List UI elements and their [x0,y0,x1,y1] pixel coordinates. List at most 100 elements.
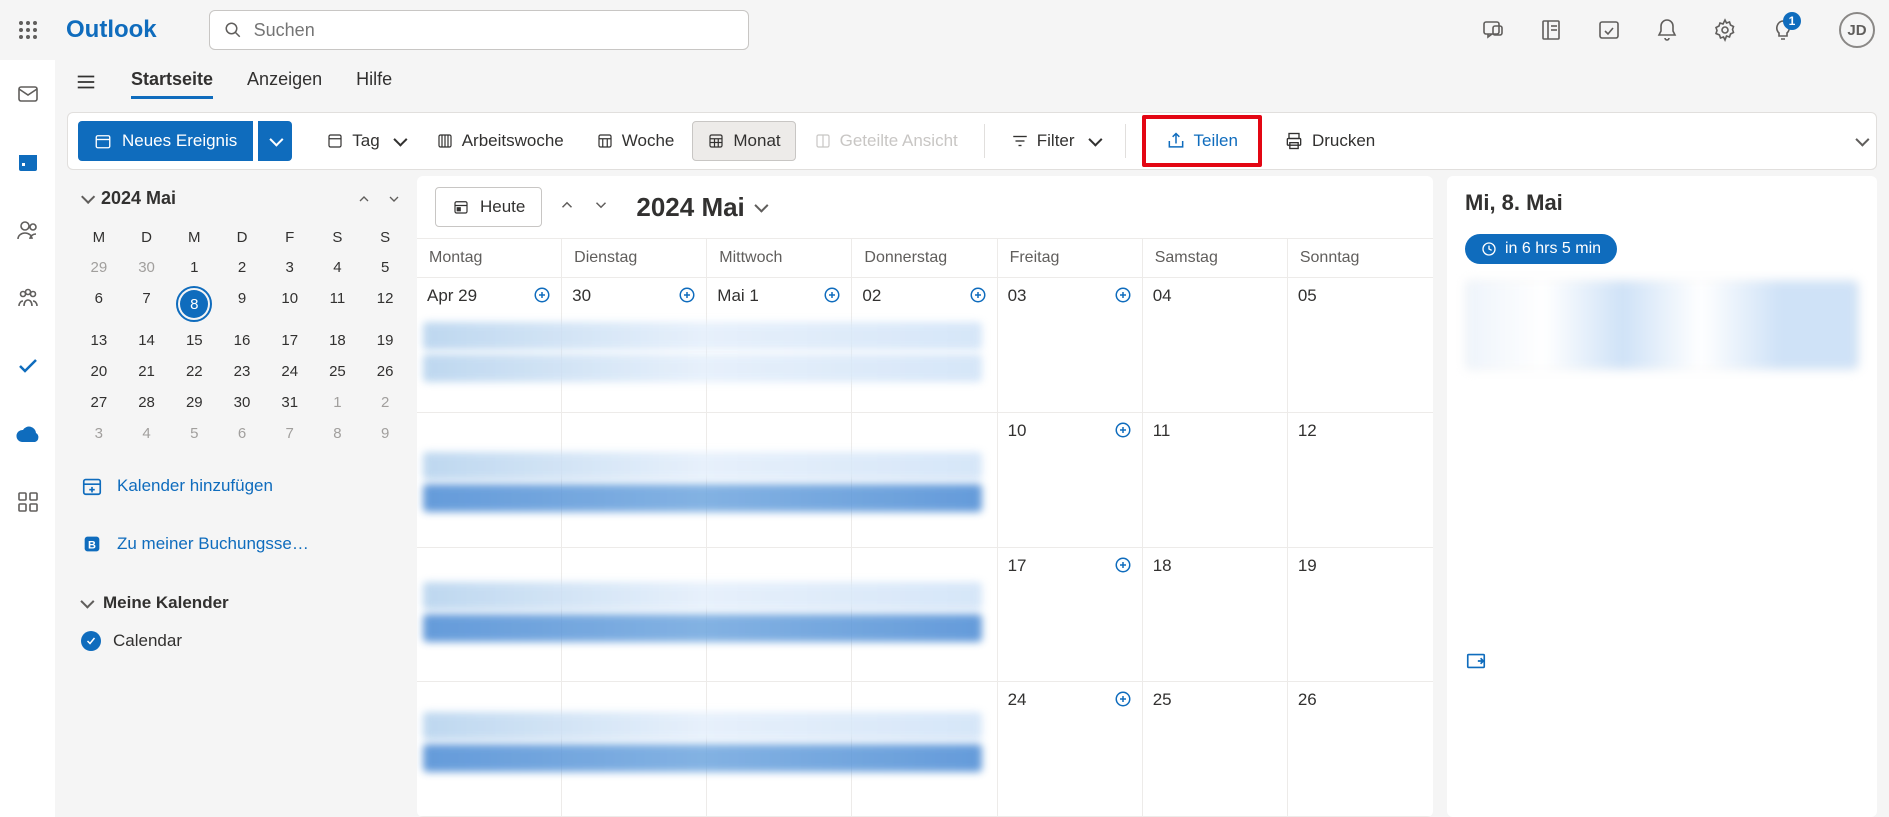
cal-prev-icon[interactable] [558,196,576,219]
mini-day[interactable]: 22 [170,356,218,387]
day-cell[interactable] [707,413,852,548]
mini-day[interactable]: 8 [170,283,218,325]
mini-day[interactable]: 2 [218,252,266,283]
mini-day[interactable]: 21 [123,356,171,387]
mini-day[interactable]: 28 [123,387,171,418]
view-workweek-button[interactable]: Arbeitswoche [422,121,578,161]
time-chip[interactable]: in 6 hrs 5 min [1465,234,1617,264]
hamburger-icon[interactable] [75,71,97,98]
add-event-icon[interactable] [678,286,696,309]
day-cell[interactable]: 03 [998,278,1143,413]
day-cell[interactable]: 24 [998,682,1143,817]
share-button[interactable]: Teilen [1152,121,1252,161]
note-icon[interactable] [1539,18,1563,42]
rail-todo-icon[interactable] [14,352,42,380]
rail-calendar-icon[interactable] [14,148,42,176]
day-cell[interactable]: 04 [1143,278,1288,413]
mini-day[interactable]: 6 [218,418,266,449]
add-event-icon[interactable] [533,286,551,309]
mini-day[interactable]: 15 [170,325,218,356]
mini-day[interactable]: 11 [314,283,362,325]
rail-mail-icon[interactable] [14,80,42,108]
day-cell[interactable]: 18 [1143,548,1288,683]
tips-icon[interactable]: 1 [1771,18,1795,42]
mini-day[interactable]: 3 [266,252,314,283]
mini-day[interactable]: 1 [314,387,362,418]
new-event-split[interactable] [258,121,292,161]
mini-day[interactable]: 16 [218,325,266,356]
mini-day[interactable]: 29 [170,387,218,418]
mini-next-icon[interactable] [385,190,403,208]
add-calendar-link[interactable]: Kalender hinzufügen [75,465,409,507]
mini-day[interactable]: 23 [218,356,266,387]
today-button[interactable]: Heute [435,187,542,227]
teams-chat-icon[interactable] [1481,18,1505,42]
tab-anzeigen[interactable]: Anzeigen [247,69,322,99]
mini-day[interactable]: 9 [361,418,409,449]
filter-button[interactable]: Filter [997,121,1113,161]
day-check-icon[interactable] [1597,18,1621,42]
mini-day[interactable]: 8 [314,418,362,449]
mini-day[interactable]: 14 [123,325,171,356]
rail-groups-icon[interactable] [14,284,42,312]
calendar-entry[interactable]: Calendar [75,623,409,659]
mini-day[interactable]: 3 [75,418,123,449]
mini-day[interactable]: 20 [75,356,123,387]
mini-day[interactable]: 25 [314,356,362,387]
booking-page-link[interactable]: B Zu meiner Buchungsse… [75,523,409,565]
day-cell[interactable]: 19 [1288,548,1433,683]
mini-day[interactable]: 18 [314,325,362,356]
day-cell[interactable]: 05 [1288,278,1433,413]
add-event-icon[interactable] [969,286,987,309]
search-box[interactable] [209,10,749,50]
new-event-button[interactable]: Neues Ereignis [78,121,253,161]
calendar-title[interactable]: 2024 Mai [636,192,764,223]
day-cell[interactable]: 26 [1288,682,1433,817]
mini-day[interactable]: 6 [75,283,123,325]
mini-day[interactable]: 4 [123,418,171,449]
mini-day[interactable]: 24 [266,356,314,387]
add-event-icon[interactable] [1114,556,1132,579]
chevron-down-icon[interactable] [81,189,95,203]
my-calendars-section[interactable]: Meine Kalender [75,583,409,623]
add-event-icon[interactable] [1114,421,1132,444]
settings-icon[interactable] [1713,18,1737,42]
mini-day[interactable]: 1 [170,252,218,283]
open-panel-icon[interactable] [1465,650,1859,677]
search-input[interactable] [254,20,734,41]
mini-prev-icon[interactable] [355,190,373,208]
toolbar-overflow-icon[interactable] [1855,133,1869,147]
mini-day[interactable]: 13 [75,325,123,356]
mini-day[interactable]: 2 [361,387,409,418]
day-cell[interactable] [562,413,707,548]
tab-hilfe[interactable]: Hilfe [356,69,392,99]
mini-day[interactable]: 12 [361,283,409,325]
rail-onedrive-icon[interactable] [14,420,42,448]
bell-icon[interactable] [1655,18,1679,42]
day-cell[interactable]: 17 [998,548,1143,683]
add-event-icon[interactable] [823,286,841,309]
view-week-button[interactable]: Woche [582,121,689,161]
day-cell[interactable]: 25 [1143,682,1288,817]
avatar[interactable]: JD [1839,12,1875,48]
mini-day[interactable]: 30 [218,387,266,418]
rail-apps-icon[interactable] [14,488,42,516]
mini-day[interactable]: 27 [75,387,123,418]
tab-startseite[interactable]: Startseite [131,69,213,99]
mini-day[interactable]: 10 [266,283,314,325]
print-button[interactable]: Drucken [1270,121,1389,161]
day-cell[interactable]: 12 [1288,413,1433,548]
mini-day[interactable]: 17 [266,325,314,356]
mini-day[interactable]: 5 [170,418,218,449]
mini-day[interactable]: 19 [361,325,409,356]
cal-next-icon[interactable] [592,196,610,219]
app-launcher-icon[interactable] [14,16,42,44]
view-month-button[interactable]: Monat [692,121,795,161]
mini-day[interactable]: 31 [266,387,314,418]
mini-day[interactable]: 26 [361,356,409,387]
add-event-icon[interactable] [1114,690,1132,713]
day-cell[interactable]: 11 [1143,413,1288,548]
mini-day[interactable]: 29 [75,252,123,283]
mini-day[interactable]: 7 [266,418,314,449]
rail-people-icon[interactable] [14,216,42,244]
